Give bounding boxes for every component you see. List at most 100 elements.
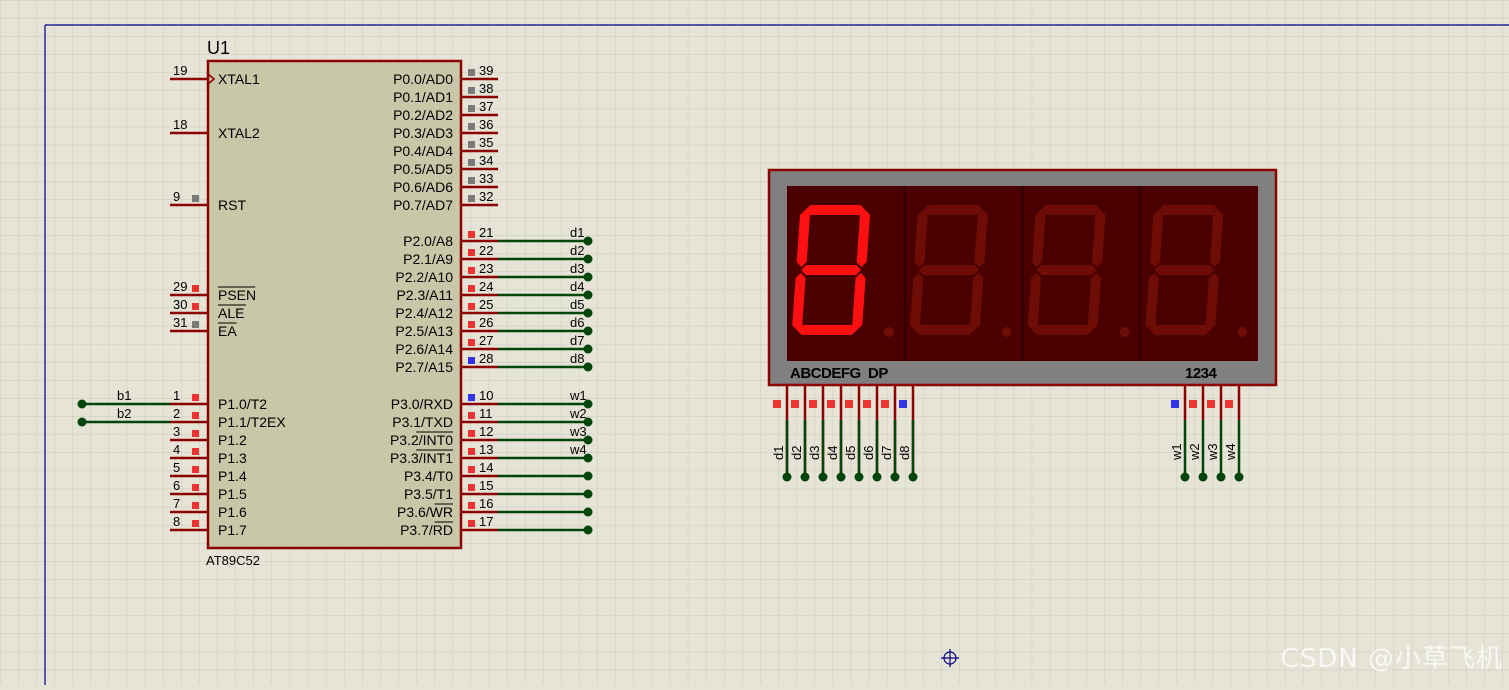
pin-number: 34 [479,153,493,168]
pin-marker [192,303,199,310]
net-label: w3 [569,424,587,439]
pin-marker [468,394,475,401]
net-label: d4 [825,446,840,460]
pin-marker [192,520,199,527]
seg-dp [1119,327,1130,337]
pin-number: 24 [479,279,493,294]
pin-name: P2.6/A14 [395,341,453,357]
junction-dot [583,272,593,282]
net-label: w1 [569,388,587,403]
pin-name: P2.1/A9 [403,251,453,267]
junction-dot [583,326,593,336]
pin-marker [881,400,889,408]
net-label: w2 [1187,443,1202,461]
pin-number: 8 [173,514,180,529]
mcu-at89c52[interactable]: U1 AT89C52 19XTAL118XTAL29RST29PSEN30ALE… [170,38,498,568]
seg-g [1036,265,1097,275]
junction-dot [890,472,900,482]
junction-dot [872,472,882,482]
net-label: d2 [789,446,804,460]
seg-dp [1001,327,1012,337]
pin-marker [468,69,475,76]
digit-pin-label: 1234 [1185,365,1218,382]
net-label: d1 [570,225,584,240]
schematic-canvas[interactable]: U1 AT89C52 19 XTAL1 18 XTAL2 9 RST 29 PSEN 30 ALE… [0,0,1509,685]
pin-name: ALE [218,305,244,321]
pin-number: 17 [479,514,493,529]
pin-number: 29 [173,279,187,294]
pin-marker [827,400,835,408]
pin-marker [468,430,475,437]
pin-marker [468,87,475,94]
pin-name: P2.7/A15 [395,359,453,375]
junction-dot [583,290,593,300]
pin-marker [468,520,475,527]
pin-number: 6 [173,478,180,493]
pin-marker [468,357,475,364]
net-label: d8 [897,446,912,460]
seg-dp [884,327,894,337]
junction-dot [1180,472,1190,482]
pin-name: P3.4/T0 [404,468,453,484]
pin-number: 23 [479,261,493,276]
net-label: d7 [570,333,584,348]
net-label: w3 [1205,443,1220,461]
pin-name: P2.4/A12 [395,305,453,321]
pin-name: P1.7 [218,522,247,538]
junction-dot [583,471,593,481]
pin-marker [791,400,799,408]
mcu-part: AT89C52 [206,553,260,568]
pin-marker [468,231,475,238]
pin-marker [899,400,907,408]
junction-dot [583,507,593,517]
pin-marker [1207,400,1215,408]
pin-name: RST [218,197,246,213]
pin-number: 19 [173,63,187,78]
seg-d [914,325,975,335]
pin-number: 10 [479,388,493,403]
pin-marker [468,249,475,256]
pin-name: P0.1/AD1 [393,89,453,105]
junction-dot [1216,472,1226,482]
junction-dot [583,525,593,535]
pin-marker [468,412,475,419]
pin-name: P2.3/A11 [396,287,453,303]
net-label: d5 [843,446,858,460]
pin-name: P3.7/RD [400,522,453,538]
seg-a [1040,205,1101,215]
net-label: w2 [569,406,587,421]
pin-number: 32 [479,189,493,204]
pin-marker [809,400,817,408]
pin-name: P0.0/AD0 [393,71,453,87]
seg-d [796,325,857,335]
net-label: w4 [569,442,587,457]
pin-marker [468,466,475,473]
pin-name: P0.7/AD7 [393,197,453,213]
junction-dot [583,344,593,354]
pin-marker [192,502,199,509]
pin-name: P3.0/RXD [391,396,453,412]
pin-name: P0.4/AD4 [393,143,453,159]
pin-number: 1 [173,388,180,403]
pin-marker [468,267,475,274]
pin-name: P2.5/A13 [395,323,453,339]
pin-number: 37 [479,99,493,114]
net-label: b1 [117,388,131,403]
junction-dot [782,472,792,482]
pin-number: 28 [479,351,493,366]
pin-number: 14 [479,460,493,475]
pin-name: PSEN [218,287,256,303]
pin-marker [468,105,475,112]
junction-dot [583,362,593,372]
pin-marker [468,484,475,491]
junction-dot [818,472,828,482]
pin-marker [468,285,475,292]
junction-dot [1234,472,1244,482]
pin-number: 33 [479,171,493,186]
pin-marker [192,321,199,328]
junction-dot [800,472,810,482]
pin-number: 3 [173,424,180,439]
pin-number: 30 [173,297,187,312]
pin-marker [468,321,475,328]
watermark: CSDN @小草飞机 [1280,644,1503,674]
